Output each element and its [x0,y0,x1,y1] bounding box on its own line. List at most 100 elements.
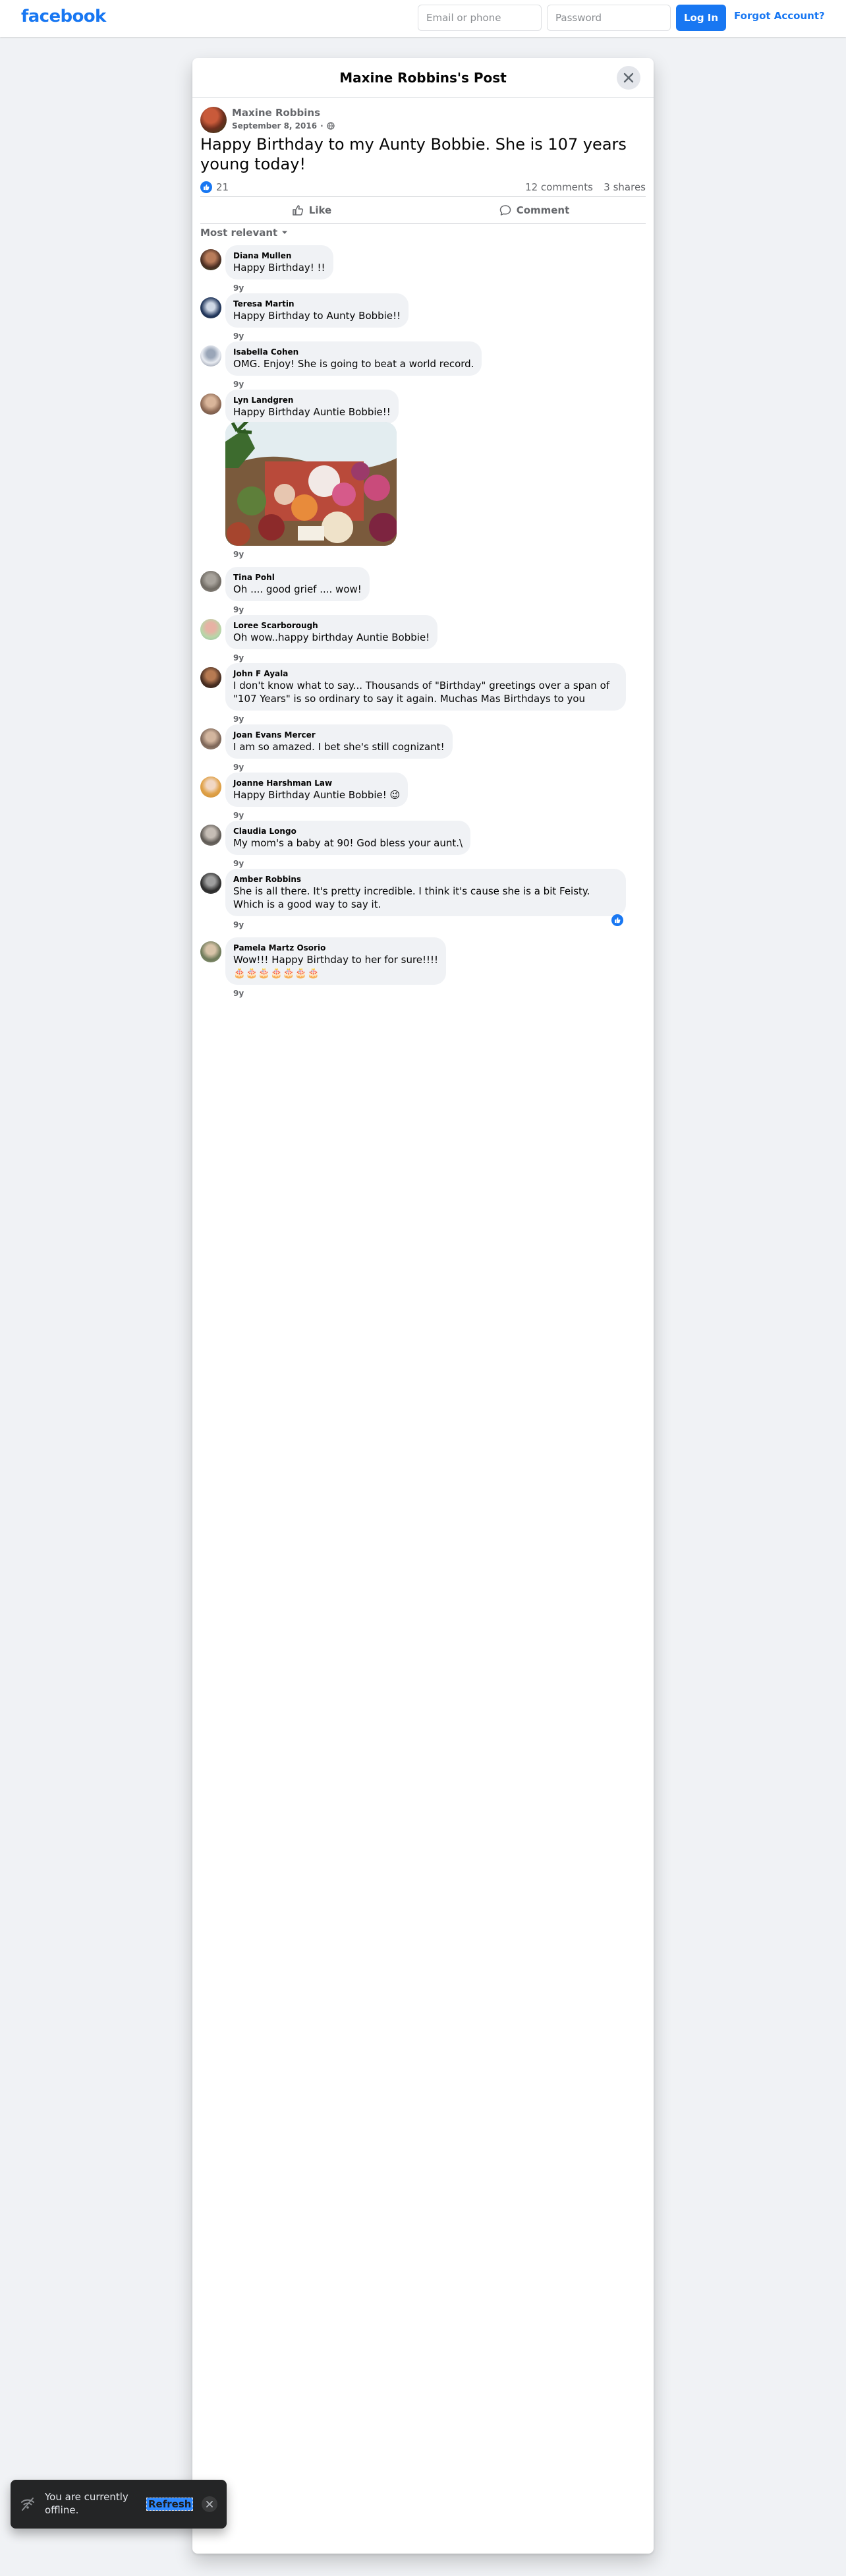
commenter-avatar[interactable] [200,873,221,894]
reaction-count[interactable]: 21 [216,181,229,193]
top-nav-bar: facebook Log In Forgot Account? [0,0,846,37]
comment-author[interactable]: Diana Mullen [233,250,325,261]
commenter-avatar[interactable] [200,345,221,366]
facebook-logo[interactable]: facebook [21,7,106,26]
comment-author[interactable]: Teresa Martin [233,299,401,309]
share-count[interactable]: 3 shares [604,181,646,193]
forgot-account-link[interactable]: Forgot Account? [734,10,825,22]
author-avatar[interactable] [200,107,227,133]
dialog-header: Maxine Robbins's Post [192,58,654,98]
comment-text-line-2: 🎂🎂🎂🎂🎂🎂🎂 [233,967,320,979]
comment-text: Happy Birthday! !! [233,262,325,274]
post-text: Happy Birthday to my Aunty Bobbie. She i… [200,135,627,173]
password-field[interactable] [547,5,671,31]
comment-author[interactable]: Lyn Landgren [233,395,391,405]
post-date[interactable]: September 8, 2016 [232,121,317,131]
comment-bubble: Diana Mullen Happy Birthday! !! [225,245,333,279]
comment-bubble: Joanne Harshman Law Happy Birthday Aunti… [225,773,409,807]
comment-text: She is all there. It's pretty incredible… [233,885,590,910]
comment-time[interactable]: 9y [233,811,244,820]
comment-author[interactable]: Joan Evans Mercer [233,730,445,740]
comment-time[interactable]: 9y [233,605,244,614]
comment-bubble: Pamela Martz Osorio Wow!!! Happy Birthda… [225,937,447,985]
commenter-avatar[interactable] [200,619,221,640]
toast-close-button[interactable] [202,2496,217,2512]
thumbs-up-icon [293,205,303,216]
meta-separator: · [320,121,324,131]
comment-bubble: John F Ayala I don't know what to say...… [225,663,626,711]
comment-text: I don't know what to say... Thousands of… [233,680,610,705]
comment-author[interactable]: Joanne Harshman Law [233,778,400,788]
comment-label: Comment [516,204,570,216]
comment-time[interactable]: 9y [233,283,244,293]
comment-text: Happy Birthday Auntie Bobbie!! [233,406,391,418]
comment-text: I am so amazed. I bet she's still cogniz… [233,741,445,753]
comment-author[interactable]: Isabella Cohen [233,347,474,357]
offline-toast: You are currently offline. Refresh [11,2480,227,2529]
comment-text: Happy Birthday to Aunty Bobbie!! [233,310,401,322]
comment-text: Wow!!! Happy Birthday to her for sure!!!… [233,954,439,966]
comment-author[interactable]: Claudia Longo [233,826,463,836]
comment-author[interactable]: John F Ayala [233,668,618,679]
commenter-avatar[interactable] [200,297,221,318]
comment-bubble: Isabella Cohen OMG. Enjoy! She is going … [225,341,482,376]
wifi-off-icon [21,2498,34,2511]
comment-time[interactable]: 9y [233,989,244,998]
comment-author[interactable]: Loree Scarborough [233,620,430,631]
comment-bubble: Tina Pohl Oh .... good grief .... wow! [225,567,370,601]
comment-author[interactable]: Pamela Martz Osorio [233,943,438,953]
globe-icon [326,122,335,130]
comment-time[interactable]: 9y [233,653,244,662]
comment-bubble: Lyn Landgren Happy Birthday Auntie Bobbi… [225,390,399,424]
close-button[interactable] [617,66,640,90]
comment-text: Oh .... good grief .... wow! [233,583,362,595]
post-meta: September 8, 2016 · [232,121,335,131]
comment-time[interactable]: 9y [233,550,244,559]
comment-photo[interactable] [225,422,397,546]
commenter-avatar[interactable] [200,394,221,415]
comment-bubble: Teresa Martin Happy Birthday to Aunty Bo… [225,293,409,328]
like-button[interactable]: Like [200,197,423,223]
comment-bubble: Claudia Longo My mom's a baby at 90! God… [225,821,471,855]
comment-count[interactable]: 12 comments [525,181,593,193]
comment-bubble: Joan Evans Mercer I am so amazed. I bet … [225,724,453,759]
commenter-avatar[interactable] [200,776,221,798]
comment-icon [499,205,511,216]
close-icon [623,73,634,83]
chevron-down-icon [282,231,288,234]
comment-text: Oh wow..happy birthday Auntie Bobbie! [233,631,430,643]
refresh-link[interactable]: Refresh [146,2498,194,2511]
like-reaction-icon[interactable] [200,181,212,193]
login-button[interactable]: Log In [676,5,726,31]
comment-author[interactable]: Amber Robbins [233,874,618,885]
commenter-avatar[interactable] [200,941,221,962]
comment-author[interactable]: Tina Pohl [233,572,362,583]
post-action-bar: Like Comment [200,196,646,224]
commenter-avatar[interactable] [200,571,221,592]
comment-time[interactable]: 9y [233,763,244,772]
email-field[interactable] [418,5,542,31]
comment-sort-dropdown[interactable]: Most relevant [200,227,288,239]
author-name[interactable]: Maxine Robbins [232,107,320,119]
comment-time[interactable]: 9y [233,380,244,389]
offline-message: You are currently offline. [45,2491,128,2516]
commenter-avatar[interactable] [200,728,221,749]
comment-bubble: Loree Scarborough Oh wow..happy birthday… [225,615,438,649]
comment-time[interactable]: 9y [233,715,244,724]
comment-time[interactable]: 9y [233,859,244,868]
like-label: Like [308,204,332,216]
comment-text: My mom's a baby at 90! God bless your au… [233,837,463,849]
comment-text: OMG. Enjoy! She is going to beat a world… [233,358,474,370]
comment-button[interactable]: Comment [423,197,646,223]
comment-time[interactable]: 9y [233,332,244,341]
commenter-avatar[interactable] [200,825,221,846]
commenter-avatar[interactable] [200,667,221,688]
comment-like-icon[interactable] [611,914,623,926]
close-icon [206,2501,213,2507]
dialog-title: Maxine Robbins's Post [339,70,507,86]
reactions-row: 21 12 comments 3 shares [200,179,646,194]
comment-time[interactable]: 9y [233,920,244,929]
sort-label: Most relevant [200,227,278,239]
post-dialog: Maxine Robbins's Post Maxine Robbins Sep… [192,58,654,2554]
commenter-avatar[interactable] [200,249,221,270]
